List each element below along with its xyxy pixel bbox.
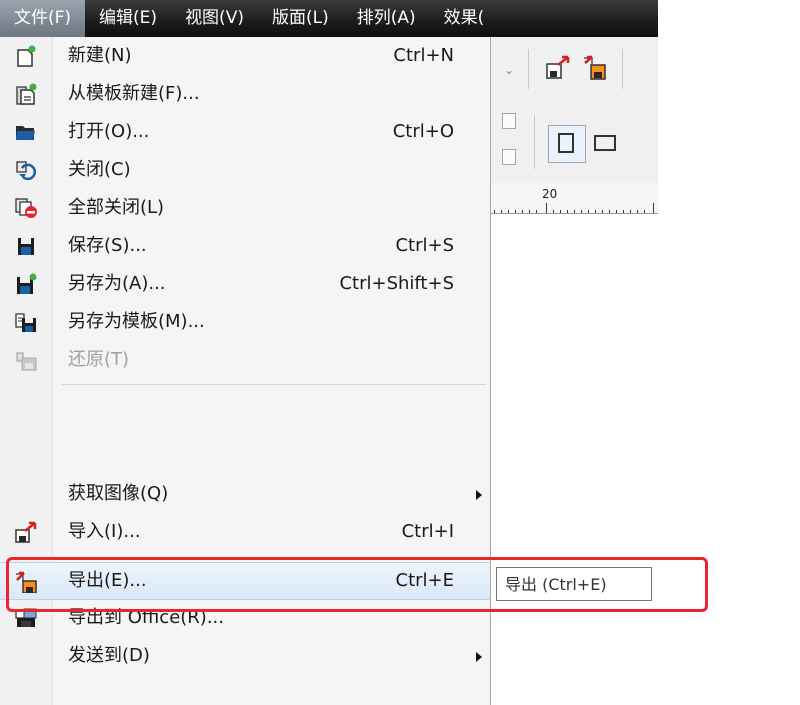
menu-item-send-to[interactable]: 发送到(D) (0, 637, 490, 675)
toolbar-divider (528, 49, 529, 89)
menu-item-label: 关闭(C) (68, 159, 131, 180)
ruler-tick (630, 210, 631, 213)
menu-item-label: 还原(T) (68, 349, 130, 370)
ruler-tick (644, 210, 645, 213)
menu-item-shortcut: Ctrl+O (392, 121, 454, 142)
property-bar (490, 103, 658, 184)
menu-bar: 文件(F) 编辑(E) 视图(V) 版面(L) 排列(A) 效果( (0, 0, 658, 37)
menu-item-label: 导入(I)... (68, 521, 141, 542)
ruler-tick (588, 210, 589, 213)
export-icon[interactable] (582, 55, 608, 81)
menu-item-save-as-template[interactable]: 另存为模板(M)... (0, 303, 490, 341)
chevron-down-icon[interactable]: ⌄ (504, 63, 514, 77)
menu-item-label: 打开(O)... (68, 121, 150, 142)
spin-down-button[interactable] (502, 149, 516, 165)
menu-file[interactable]: 文件(F) (0, 0, 86, 37)
save-icon (18, 238, 34, 255)
menu-item-label: 新建(N) (68, 45, 132, 66)
ruler-tick (501, 210, 502, 213)
toolbar-divider (534, 115, 535, 169)
menu-item-label: 从模板新建(F)... (68, 83, 200, 104)
ruler-tick (529, 210, 530, 213)
menu-item-import[interactable]: 导入(I)... Ctrl+I (0, 513, 490, 551)
menu-item-close-all[interactable]: 全部关闭(L) (0, 189, 490, 227)
menu-item-label: 另存为(A)... (68, 273, 166, 294)
save-as-icon (17, 273, 37, 294)
ruler-tick (595, 210, 596, 213)
submenu-arrow-icon (476, 490, 482, 500)
open-folder-icon (16, 126, 35, 140)
menu-item-acquire-image[interactable]: 获取图像(Q) (0, 475, 490, 513)
ruler-tick (623, 210, 624, 213)
menu-layout[interactable]: 版面(L) (258, 0, 343, 37)
menu-item-revert: 还原(T) (0, 341, 490, 379)
horizontal-ruler: 20 (490, 183, 658, 214)
close-document-icon (16, 161, 37, 181)
ruler-tick (560, 210, 561, 213)
ruler-tick (581, 210, 582, 213)
save-as-template-icon (15, 313, 36, 332)
menu-item-label: 发送到(D) (68, 645, 150, 666)
new-from-template-icon (16, 83, 37, 105)
ruler-label: 20 (542, 187, 558, 201)
portrait-button[interactable] (548, 125, 586, 163)
menu-item-label: 保存(S)... (68, 235, 147, 256)
menu-view[interactable]: 视图(V) (171, 0, 258, 37)
submenu-arrow-icon (476, 652, 482, 662)
menu-item-save[interactable]: 保存(S)... Ctrl+S (0, 227, 490, 265)
ruler-tick (616, 210, 617, 213)
import-icon[interactable] (546, 55, 572, 81)
portrait-page-icon (558, 133, 574, 153)
ruler-tick (602, 210, 603, 213)
menu-effects[interactable]: 效果( (430, 0, 499, 37)
ruler-tick (567, 210, 568, 213)
ruler-tick (609, 210, 610, 213)
highlight-annotation (6, 557, 708, 612)
menu-item-save-as[interactable]: 另存为(A)... Ctrl+Shift+S (0, 265, 490, 303)
close-all-icon (15, 198, 37, 218)
menu-item-shortcut: Ctrl+S (395, 235, 454, 256)
menu-item-label: 获取图像(Q) (68, 483, 169, 504)
menu-item-shortcut: Ctrl+N (393, 45, 454, 66)
ruler-tick (515, 210, 516, 213)
menu-item-close[interactable]: 关闭(C) (0, 151, 490, 189)
landscape-page-icon[interactable] (594, 135, 616, 151)
import-icon (15, 521, 37, 543)
menu-item-label: 另存为模板(M)... (68, 311, 205, 332)
menu-item-label: 全部关闭(L) (68, 197, 165, 218)
menu-item-shortcut: Ctrl+Shift+S (339, 273, 454, 294)
toolbar-divider (622, 49, 623, 89)
menu-edit[interactable]: 编辑(E) (85, 0, 171, 37)
menu-item-new-from-template[interactable]: 从模板新建(F)... (0, 75, 490, 113)
ruler-tick (536, 210, 537, 213)
menu-item-shortcut: Ctrl+I (401, 521, 454, 542)
menu-item-new[interactable]: 新建(N) Ctrl+N (0, 37, 490, 75)
menu-separator (62, 384, 486, 385)
ruler-tick (508, 210, 509, 213)
revert-icon (16, 352, 37, 371)
ruler-tick (653, 203, 654, 213)
ruler-tick (494, 210, 495, 213)
ruler-tick (553, 210, 554, 213)
spin-up-button[interactable] (502, 113, 516, 129)
new-document-icon (17, 45, 36, 67)
ruler-tick (574, 210, 575, 213)
ruler-tick (637, 210, 638, 213)
ruler-tick (522, 210, 523, 213)
menu-arrange[interactable]: 排列(A) (343, 0, 430, 37)
ruler-tick (546, 203, 547, 213)
menu-item-open[interactable]: 打开(O)... Ctrl+O (0, 113, 490, 151)
standard-toolbar: ⌄ (490, 37, 658, 104)
